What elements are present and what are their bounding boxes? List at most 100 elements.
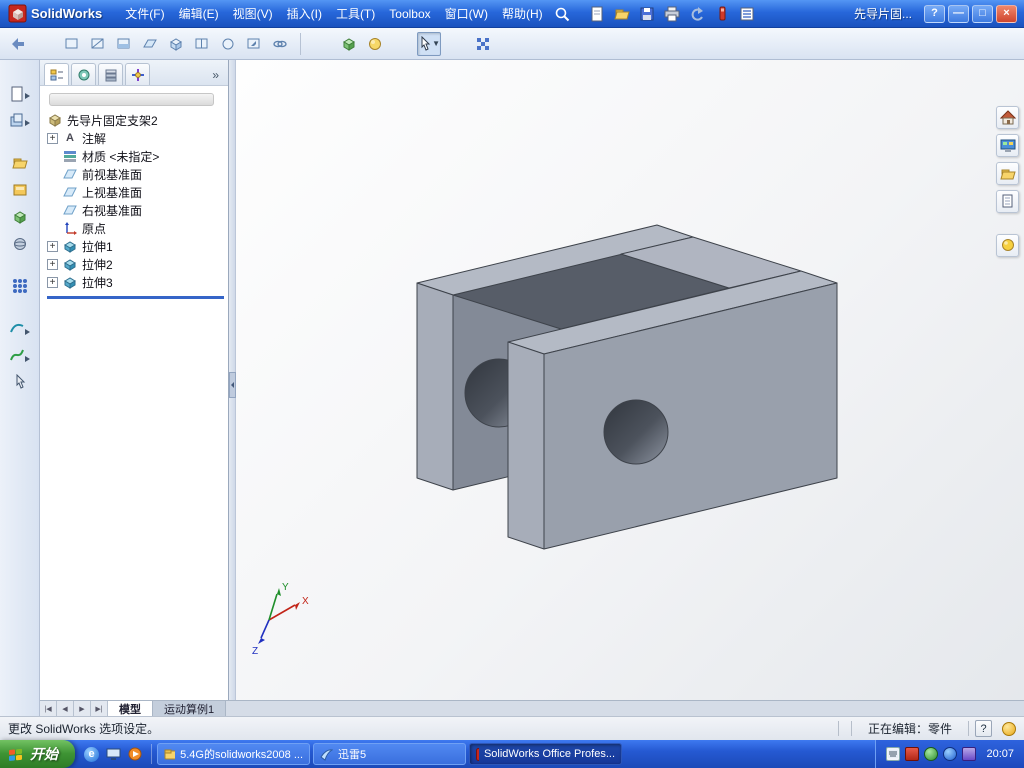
tray-input-icon[interactable]	[886, 747, 901, 761]
new-document-icon[interactable]	[589, 6, 605, 22]
tab-scroll-prev[interactable]: ◀	[57, 701, 74, 716]
task-button-explorer[interactable]: 5.4G的solidworks2008 ...	[157, 743, 310, 765]
scene-icon[interactable]	[363, 32, 387, 56]
quicklaunch-ie-icon[interactable]: e	[84, 746, 99, 762]
perspective-view-icon[interactable]	[216, 32, 240, 56]
reference-triad: X Y Z	[252, 582, 309, 656]
design-library-icon[interactable]	[996, 134, 1019, 157]
tab-scroll-last[interactable]: ▶|	[91, 701, 108, 716]
rollback-bar[interactable]	[47, 296, 224, 299]
menu-view[interactable]: 视图(V)	[226, 2, 280, 25]
save-icon[interactable]	[639, 6, 655, 22]
help-button[interactable]: ?	[924, 4, 945, 23]
hidden-lines-view-icon[interactable]	[86, 32, 110, 56]
tree-item-extrude1[interactable]: + 拉伸1	[47, 237, 228, 255]
documents-icon[interactable]	[996, 190, 1019, 213]
task-button-thunder[interactable]: 迅雷5	[313, 743, 466, 765]
expand-icon[interactable]: +	[47, 276, 58, 288]
normal-to-view-icon[interactable]	[190, 32, 214, 56]
options-list-icon[interactable]	[739, 6, 755, 22]
menu-toolbox[interactable]: Toolbox	[382, 4, 437, 24]
new-part-icon[interactable]	[4, 82, 36, 106]
resources-bulb-icon[interactable]	[996, 234, 1019, 257]
tree-item-annotations[interactable]: + A 注解	[47, 129, 228, 147]
tab-configurationmanager[interactable]	[98, 63, 123, 85]
tree-root-item[interactable]: 先导片固定支架2	[47, 111, 228, 129]
menu-file[interactable]: 文件(F)	[118, 2, 171, 25]
model-tab[interactable]: 模型	[108, 701, 153, 716]
print-icon[interactable]	[664, 6, 680, 22]
home-icon[interactable]	[996, 106, 1019, 129]
expand-icon[interactable]: +	[47, 258, 58, 270]
appearance-icon[interactable]	[337, 32, 361, 56]
tray-volume-icon[interactable]	[962, 747, 977, 761]
shaded-view-icon[interactable]	[112, 32, 136, 56]
panel-chevron[interactable]: »	[207, 68, 224, 85]
maximize-button[interactable]: □	[972, 4, 993, 23]
grid-dots-icon[interactable]	[4, 274, 36, 298]
previous-view-icon[interactable]	[6, 32, 30, 56]
wireframe-view-icon[interactable]	[60, 32, 84, 56]
status-tag-icon[interactable]	[1002, 721, 1016, 736]
menu-tools[interactable]: 工具(T)	[329, 2, 382, 25]
tab-scroll-first[interactable]: |◀	[40, 701, 57, 716]
tray-messenger-icon[interactable]	[924, 747, 939, 761]
panel-splitter[interactable]	[229, 60, 236, 700]
expand-icon[interactable]: +	[47, 240, 58, 252]
tray-network-icon[interactable]	[943, 747, 958, 761]
tab-propertymanager[interactable]	[71, 63, 96, 85]
iso-view-icon[interactable]	[164, 32, 188, 56]
close-button[interactable]: ×	[996, 4, 1017, 23]
thunder-icon	[320, 748, 333, 761]
tab-featuremanager[interactable]	[44, 63, 69, 85]
status-help-button[interactable]: ?	[975, 720, 992, 737]
tree-item-right-plane[interactable]: 右视基准面	[47, 201, 228, 219]
explorer-icon	[164, 749, 176, 759]
undo-icon[interactable]	[689, 6, 705, 22]
menu-edit[interactable]: 编辑(E)	[172, 2, 226, 25]
tree-item-origin[interactable]: 原点	[47, 219, 228, 237]
tree-item-front-plane[interactable]: 前视基准面	[47, 165, 228, 183]
expand-icon[interactable]: +	[47, 132, 58, 144]
select-dropdown-icon[interactable]: ▼	[432, 39, 440, 48]
zoom-fit-icon[interactable]	[242, 32, 266, 56]
plane-icon	[62, 185, 78, 199]
tab-dimxpert[interactable]	[125, 63, 150, 85]
select-tool[interactable]: ▼	[417, 31, 441, 56]
feature-tree: 先导片固定支架2 + A 注解 材质 <未指定> 前视基准面 上视基准面 右视基…	[40, 111, 228, 700]
pointer-tool-icon[interactable]	[4, 370, 36, 394]
publish-tool-icon[interactable]	[4, 178, 36, 202]
tree-item-label: 右视基准面	[82, 203, 143, 218]
minimize-button[interactable]: —	[948, 4, 969, 23]
graphics-area[interactable]: X Y Z	[229, 60, 1024, 700]
green-cube-tool-icon[interactable]	[4, 205, 36, 229]
open-part-icon[interactable]	[4, 109, 36, 133]
file-explorer-folder-icon[interactable]	[996, 162, 1019, 185]
sketch-tool-icon[interactable]	[4, 316, 36, 340]
folder-tool-icon[interactable]	[4, 151, 36, 175]
panel-collapse-handle[interactable]	[229, 372, 236, 398]
left-toolbar	[0, 60, 40, 716]
section-view-icon[interactable]	[138, 32, 162, 56]
task-button-solidworks[interactable]: SolidWorks Office Profes...	[469, 743, 622, 765]
tree-item-top-plane[interactable]: 上视基准面	[47, 183, 228, 201]
link-views-icon[interactable]	[268, 32, 292, 56]
tree-item-material[interactable]: 材质 <未指定>	[47, 147, 228, 165]
sphere-tool-icon[interactable]	[4, 232, 36, 256]
search-icon[interactable]	[553, 5, 571, 23]
tab-scroll-next[interactable]: ▶	[74, 701, 91, 716]
grid-icon[interactable]	[471, 32, 495, 56]
spline-tool-icon[interactable]	[4, 343, 36, 367]
menu-window[interactable]: 窗口(W)	[438, 2, 495, 25]
menu-insert[interactable]: 插入(I)	[280, 2, 329, 25]
motion-study-tab[interactable]: 运动算例1	[153, 701, 227, 716]
open-icon[interactable]	[613, 6, 630, 22]
menu-help[interactable]: 帮助(H)	[495, 2, 550, 25]
tray-antivirus-icon[interactable]	[905, 747, 920, 761]
quicklaunch-desktop-icon[interactable]	[106, 748, 121, 761]
start-button[interactable]: 开始	[0, 740, 75, 768]
tree-item-extrude3[interactable]: + 拉伸3	[47, 273, 228, 291]
tree-item-extrude2[interactable]: + 拉伸2	[47, 255, 228, 273]
toolbox-device-icon[interactable]	[714, 6, 730, 22]
quicklaunch-media-icon[interactable]	[128, 747, 142, 761]
